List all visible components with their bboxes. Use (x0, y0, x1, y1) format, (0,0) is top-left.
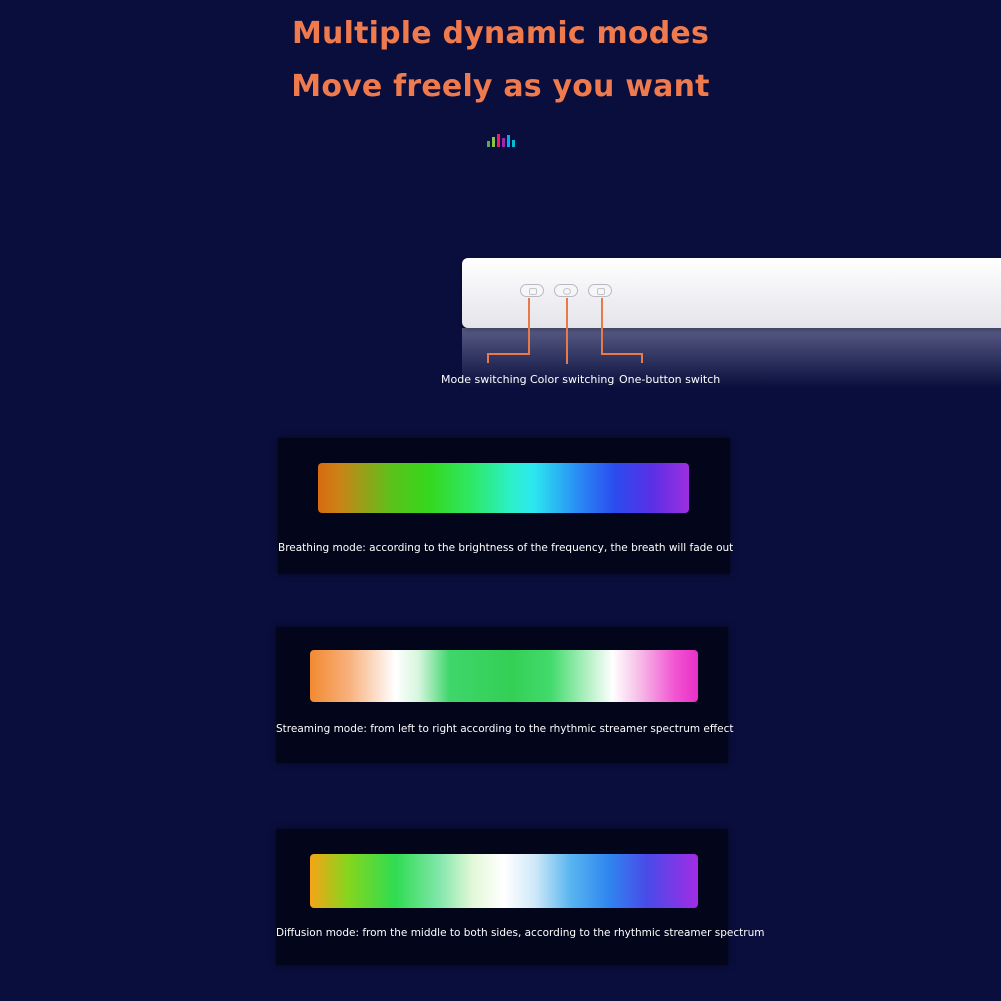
callout-line (566, 298, 568, 364)
breathing-mode-caption: Breathing mode: according to the brightn… (278, 542, 734, 554)
streaming-mode-caption: Streaming mode: from left to right accor… (276, 723, 734, 735)
callout-line (528, 298, 530, 354)
mode-icon (529, 288, 537, 295)
breathing-light-strip (318, 463, 689, 513)
callout-line (487, 353, 530, 355)
mode-switching-label: Mode switching (441, 373, 527, 386)
streaming-mode-panel: Streaming mode: from left to right accor… (276, 627, 734, 763)
power-icon (563, 288, 571, 295)
mode-switch-button[interactable] (520, 284, 544, 297)
diffusion-light-strip (310, 854, 698, 908)
headline-title: Multiple dynamic modes (291, 16, 710, 51)
color-switching-label: Color switching (530, 373, 615, 386)
callout-line (487, 353, 489, 363)
breathing-mode-panel: Breathing mode: according to the brightn… (278, 438, 734, 574)
switch-icon (597, 288, 605, 295)
streaming-light-strip (310, 650, 698, 702)
diffusion-mode-caption: Diffusion mode: from the middle to both … (276, 927, 765, 939)
one-button-switch[interactable] (588, 284, 612, 297)
color-switch-button[interactable] (554, 284, 578, 297)
equalizer-icon (487, 131, 519, 147)
callout-line (601, 353, 643, 355)
callout-line (641, 353, 643, 363)
diffusion-mode-panel: Diffusion mode: from the middle to both … (276, 829, 765, 965)
headline-subtitle: Move freely as you want (291, 69, 710, 104)
one-button-switch-label: One-button switch (619, 373, 721, 386)
callout-line (601, 298, 603, 354)
